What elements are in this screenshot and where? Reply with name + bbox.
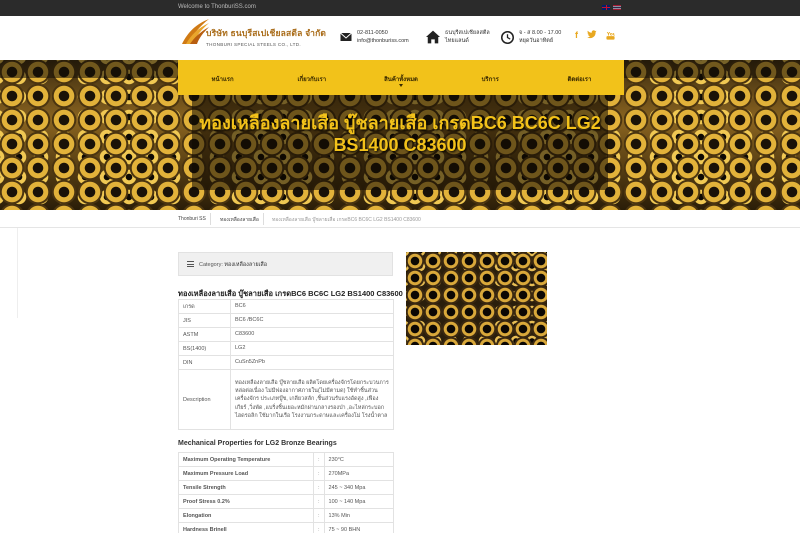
twitter-icon[interactable]	[587, 30, 597, 42]
table-row: BS(1400) LG2	[178, 341, 394, 356]
spec-table: เกรด BC6 JIS BC6 /BC6C ASTM C83600 BS(1400)…	[178, 299, 394, 430]
brand-name-english: THONBURI SPECIAL STEELS CO., LTD.	[206, 42, 301, 47]
phone-number[interactable]: 02-811-0050	[357, 29, 409, 37]
nav-item-contact[interactable]: ติดต่อเรา	[535, 60, 624, 95]
breadcrumb-current: ทองเหลืองลายเสือ บู๊ชลายเสือ เกรดBC6 BC6…	[272, 217, 421, 223]
breadcrumb: Thonburi SS ทองเหลืองลายเสือ ทองเหลืองลา…	[0, 210, 800, 228]
mechanical-properties-table: Maximum Operating Temperature:230°C Maxi…	[178, 452, 395, 533]
mechanical-properties-title: Mechanical Properties for LG2 Bronze Bea…	[178, 440, 337, 447]
english-flag-icon[interactable]	[602, 5, 610, 10]
table-row: เกรด BC6	[178, 299, 394, 314]
contact-phone-email: 02-811-0050 info@thonburiss.com	[340, 29, 409, 45]
business-hours: จ - ส 8.00 - 17.00 หยุดวันอาทิตย์	[501, 29, 561, 45]
breadcrumb-category[interactable]: ทองเหลืองลายเสือ	[220, 216, 259, 224]
chevron-down-icon	[399, 84, 403, 87]
table-row: Tensile Strength:245 ~ 340 Mpa	[178, 480, 395, 495]
site-header: บริษัท ธนบุรีสเปเชียลสตีล จำกัด THONBURI…	[0, 16, 800, 60]
category-link[interactable]: ทองเหลืองลายเสือ	[224, 262, 267, 268]
nav-item-about[interactable]: เกี่ยวกับเรา	[267, 60, 356, 95]
category-bar: Category: ทองเหลืองลายเสือ	[178, 252, 393, 276]
table-row: Maximum Pressure Load:270MPa	[178, 466, 395, 481]
table-row: Description ทองเหลืองลายเสือ บู๊ชลายเสือ …	[178, 369, 394, 430]
social-links: f You	[575, 30, 616, 42]
clock-icon	[501, 30, 514, 44]
list-icon	[187, 261, 194, 267]
main-nav: หน้าแรก เกี่ยวกับเรา สินค้าทั้งหมด บริกา…	[178, 60, 624, 95]
facebook-icon[interactable]: f	[575, 30, 578, 42]
home-icon	[426, 30, 440, 44]
brand-name-thai: บริษัท ธนบุรีสเปเชียลสตีล จำกัด	[206, 28, 327, 38]
nav-item-home[interactable]: หน้าแรก	[178, 60, 267, 95]
envelope-icon	[340, 32, 352, 41]
top-bar: Welcome to ThonburiSS.com	[0, 0, 800, 16]
youtube-icon[interactable]: You	[606, 30, 616, 42]
breadcrumb-home[interactable]: Thonburi SS	[178, 216, 206, 222]
contact-location: ธนบุรีสเปเชียลสตีล ไทยแลนด์	[426, 29, 490, 45]
category-label: Category:	[199, 262, 223, 268]
table-row: ASTM C83600	[178, 327, 394, 342]
table-row: Elongation:13% Min	[178, 508, 395, 523]
company-area: ไทยแลนด์	[445, 38, 469, 44]
table-row: JIS BC6 /BC6C	[178, 313, 394, 328]
table-row: DIN CuSn5ZnPb	[178, 355, 394, 370]
email-address[interactable]: info@thonburiss.com	[357, 37, 409, 45]
table-row: Hardness Brinell:75 ~ 90 BHN	[178, 522, 395, 533]
company-location-name: ธนบุรีสเปเชียลสตีล	[445, 30, 490, 36]
nav-item-services[interactable]: บริการ	[446, 60, 535, 95]
brand-name[interactable]: บริษัท ธนบุรีสเปเชียลสตีล จำกัด THONBURI…	[206, 26, 326, 47]
welcome-text: Welcome to ThonburiSS.com	[178, 4, 256, 10]
hero-title: ทองเหลืองลายเสือ บู๊ชลายเสือ เกรดBC6 BC6…	[199, 113, 601, 155]
holiday-note: หยุดวันอาทิตย์	[519, 38, 554, 44]
language-switcher	[602, 5, 621, 10]
table-row: Proof Stress 0.2%:100 ~ 140 Mpa	[178, 494, 395, 509]
product-image[interactable]	[406, 252, 547, 345]
nav-item-products[interactable]: สินค้าทั้งหมด	[356, 60, 445, 95]
opening-hours: จ - ส 8.00 - 17.00	[519, 30, 562, 36]
thai-flag-icon[interactable]	[613, 5, 621, 10]
table-row: Maximum Operating Temperature:230°C	[178, 452, 395, 467]
